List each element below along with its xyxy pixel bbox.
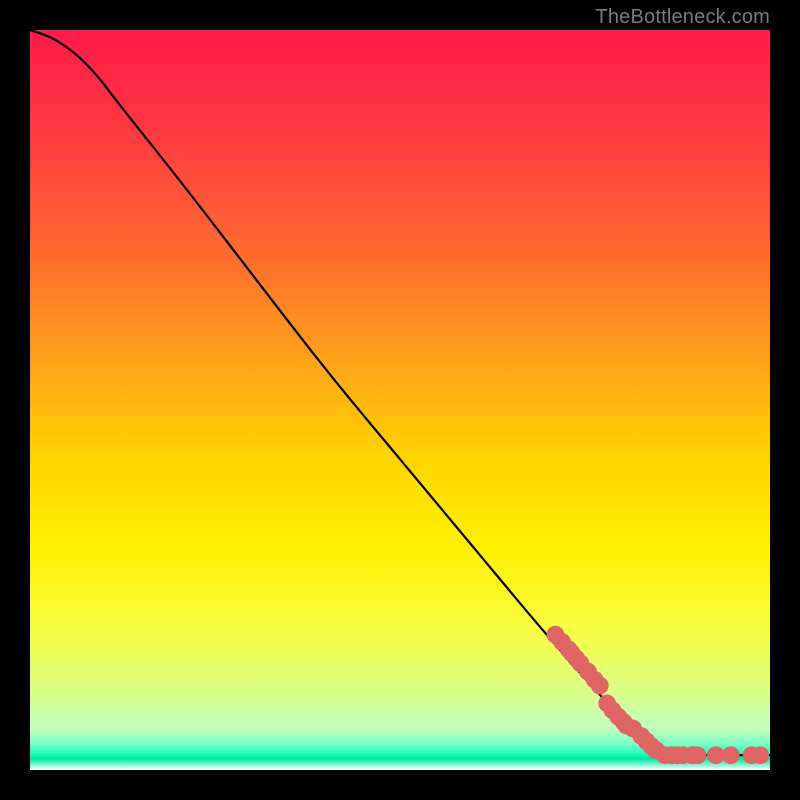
- data-marker: [689, 746, 707, 764]
- data-marker: [591, 677, 609, 695]
- data-marker: [752, 746, 770, 764]
- attribution-text: TheBottleneck.com: [595, 6, 770, 29]
- data-marker: [722, 746, 740, 764]
- chart-frame: TheBottleneck.com: [0, 0, 800, 800]
- plot-background: [30, 30, 770, 770]
- bottleneck-chart: [30, 30, 770, 770]
